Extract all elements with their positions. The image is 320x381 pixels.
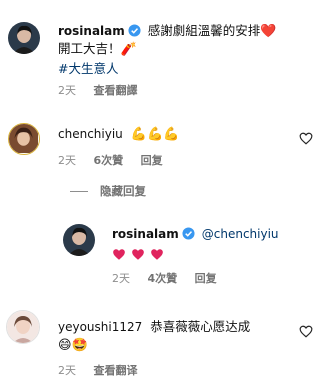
- comment-meta: 2天 6次贊 回复: [58, 152, 177, 168]
- timestamp: 2天: [112, 272, 130, 285]
- comment-text: 恭喜薇薇心愿达成: [150, 319, 251, 334]
- verified-badge-icon: [128, 24, 141, 37]
- username[interactable]: rosinalam: [58, 24, 125, 38]
- hearts-row: [112, 246, 312, 265]
- avatar[interactable]: [8, 22, 40, 54]
- comment-meta: 2天 查看翻譯: [58, 82, 152, 98]
- mention-link[interactable]: @chenchiyiu: [202, 227, 279, 241]
- avatar-photo-icon: [7, 311, 39, 343]
- username[interactable]: chenchiyiu: [58, 127, 123, 141]
- like-heart-outline-icon[interactable]: [299, 132, 313, 145]
- hide-replies-button[interactable]: 隐藏回复: [70, 183, 146, 199]
- hide-replies-label: 隐藏回复: [100, 184, 146, 198]
- comment-meta: 2天 查看翻译: [58, 362, 152, 378]
- heart-icon: [113, 249, 125, 260]
- timestamp: 2天: [58, 154, 76, 167]
- see-translation-button[interactable]: 查看翻譯: [94, 84, 138, 97]
- avatar[interactable]: [6, 310, 40, 344]
- username[interactable]: rosinalam: [112, 227, 179, 241]
- hashtag-link[interactable]: #大生意人: [58, 58, 313, 77]
- smiling-emojis: 😄🤩: [58, 337, 88, 353]
- flexed-biceps-emojis: 💪💪💪: [130, 126, 180, 142]
- reply-button[interactable]: 回复: [141, 154, 163, 167]
- reply-comment: rosinalam @chenchiyiu 2天 4次贊 回复: [0, 218, 318, 288]
- heart-icon: [132, 249, 144, 260]
- avatar[interactable]: [8, 123, 40, 155]
- timestamp: 2天: [58, 84, 76, 97]
- reply-button[interactable]: 回复: [195, 272, 217, 285]
- comment-4: yeyoushi1127 恭喜薇薇心愿达成 😄🤩 2天 查看翻译: [0, 302, 318, 381]
- username[interactable]: yeyoushi1127: [58, 320, 142, 334]
- comment-text-line2: 開工大吉！: [58, 41, 121, 56]
- like-heart-outline-icon[interactable]: [299, 325, 313, 338]
- verified-badge-icon: [182, 227, 195, 240]
- likes-count[interactable]: 6次贊: [94, 154, 124, 167]
- heart-icon: ❤️: [260, 23, 277, 39]
- comment-2: chenchiyiu 💪💪💪 2天 6次贊 回复: [0, 115, 318, 175]
- comment-1: rosinalam 感謝劇組溫馨的安排❤️ 開工大吉！🧨 #大生意人 2天 查看…: [0, 0, 318, 110]
- likes-count[interactable]: 4次贊: [148, 272, 178, 285]
- comment-text: 感謝劇組溫馨的安排: [147, 23, 261, 38]
- timestamp: 2天: [58, 364, 76, 377]
- avatar-photo-icon: [63, 224, 95, 256]
- avatar-photo-icon: [9, 124, 38, 153]
- avatar-photo-icon: [8, 22, 40, 54]
- firecracker-icon: 🧨: [120, 41, 137, 57]
- comment-meta: 2天 4次贊 回复: [112, 270, 231, 286]
- avatar[interactable]: [63, 224, 95, 256]
- heart-icon: [151, 249, 164, 260]
- divider-line: [70, 191, 88, 192]
- see-translation-button[interactable]: 查看翻译: [94, 364, 138, 377]
